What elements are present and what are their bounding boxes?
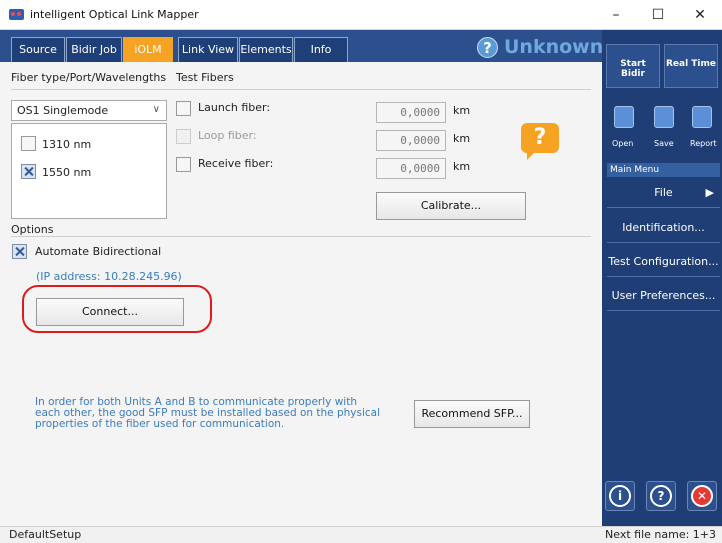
title-bar: intelligent Optical Link Mapper – ☐ ✕	[0, 0, 722, 30]
report-icon[interactable]	[692, 106, 712, 128]
connect-button[interactable]: Connect...	[36, 298, 184, 326]
exit-icon: ✕	[691, 485, 713, 507]
launch-fiber-length-input[interactable]: 0,0000	[376, 102, 446, 123]
tab-elements[interactable]: Elements	[239, 37, 293, 62]
info-button[interactable]: i	[605, 481, 635, 511]
exit-button[interactable]: ✕	[687, 481, 717, 511]
chevron-right-icon: ▶	[705, 186, 714, 199]
close-window-button[interactable]: ✕	[684, 4, 716, 26]
save-label: Save	[654, 139, 674, 148]
fiber-type-value: OS1 Singlemode	[17, 104, 109, 117]
setup-name: DefaultSetup	[9, 528, 82, 541]
tab-source[interactable]: Source	[11, 37, 65, 62]
test-status-text: Unknown	[504, 36, 604, 58]
automate-bidir-label: Automate Bidirectional	[35, 245, 162, 258]
tab-iolm[interactable]: iOLM	[123, 37, 173, 62]
help-bubble-icon[interactable]: ?	[521, 123, 559, 160]
loop-fiber-label: Loop fiber:	[198, 129, 257, 142]
wavelength-1550-label: 1550 nm	[42, 166, 92, 179]
help-button[interactable]: ?	[646, 481, 676, 511]
menu-item-test-configuration[interactable]: Test Configuration...	[607, 247, 720, 277]
question-circle-icon: ?	[477, 37, 498, 58]
wavelength-list: 1310 nm 1550 nm	[11, 123, 167, 219]
right-panel: Start Bidir Real Time Open Save Report M…	[602, 30, 722, 526]
wavelength-1310-label: 1310 nm	[42, 138, 92, 151]
iolm-settings-panel: Fiber type/Port/Wavelengths Test Fibers …	[0, 62, 602, 526]
info-icon: i	[609, 485, 631, 507]
ip-address-text: (IP address: 10.28.245.96)	[36, 270, 182, 283]
receive-fiber-unit: km	[453, 160, 471, 173]
minimize-button[interactable]: –	[600, 4, 632, 26]
automate-bidir-checkbox[interactable]	[12, 244, 27, 259]
floppy-disk-icon[interactable]	[654, 106, 674, 128]
divider	[11, 89, 591, 90]
tab-info[interactable]: Info	[294, 37, 348, 62]
tab-bidir-job[interactable]: Bidir Job	[66, 37, 122, 62]
fiber-type-select[interactable]: OS1 Singlemode ∨	[11, 100, 167, 121]
next-file-name: Next file name: 1+3	[605, 528, 716, 541]
menu-item-identification[interactable]: Identification...	[607, 213, 720, 243]
main-menu-heading: Main Menu	[607, 163, 720, 177]
tab-link-view[interactable]: Link View	[178, 37, 238, 62]
menu-item-file-label: File	[654, 186, 673, 199]
fiber-section-heading: Fiber type/Port/Wavelengths	[11, 71, 167, 84]
wavelength-1310-checkbox[interactable]	[21, 136, 36, 151]
loop-fiber-length-input[interactable]: 0,0000	[376, 130, 446, 151]
receive-fiber-checkbox[interactable]	[176, 157, 191, 172]
options-heading: Options	[11, 223, 54, 236]
launch-fiber-unit: km	[453, 104, 471, 117]
divider	[11, 236, 591, 237]
app-logo-icon	[9, 9, 24, 20]
start-bidir-button[interactable]: Start Bidir	[606, 44, 660, 88]
folder-open-icon[interactable]	[614, 106, 634, 128]
maximize-button[interactable]: ☐	[642, 4, 674, 26]
receive-fiber-label: Receive fiber:	[198, 157, 274, 170]
real-time-button[interactable]: Real Time	[664, 44, 718, 88]
sfp-info-text: In order for both Units A and B to commu…	[35, 396, 380, 430]
window-title: intelligent Optical Link Mapper	[30, 8, 199, 21]
report-label: Report	[690, 139, 717, 148]
menu-item-user-preferences[interactable]: User Preferences...	[607, 281, 720, 311]
loop-fiber-unit: km	[453, 132, 471, 145]
tab-bar: Source Bidir Job iOLM Link View Elements…	[0, 30, 604, 62]
launch-fiber-label: Launch fiber:	[198, 101, 271, 114]
menu-item-file[interactable]: File ▶	[607, 178, 720, 208]
receive-fiber-length-input[interactable]: 0,0000	[376, 158, 446, 179]
recommend-sfp-button[interactable]: Recommend SFP...	[414, 400, 530, 428]
loop-fiber-checkbox[interactable]	[176, 129, 191, 144]
status-bar: DefaultSetup Next file name: 1+3	[0, 526, 722, 543]
chevron-down-icon: ∨	[152, 104, 160, 115]
wavelength-1550-checkbox[interactable]	[21, 164, 36, 179]
open-label: Open	[612, 139, 634, 148]
test-fibers-heading: Test Fibers	[176, 71, 234, 84]
launch-fiber-checkbox[interactable]	[176, 101, 191, 116]
calibrate-button[interactable]: Calibrate...	[376, 192, 526, 220]
help-icon: ?	[650, 485, 672, 507]
